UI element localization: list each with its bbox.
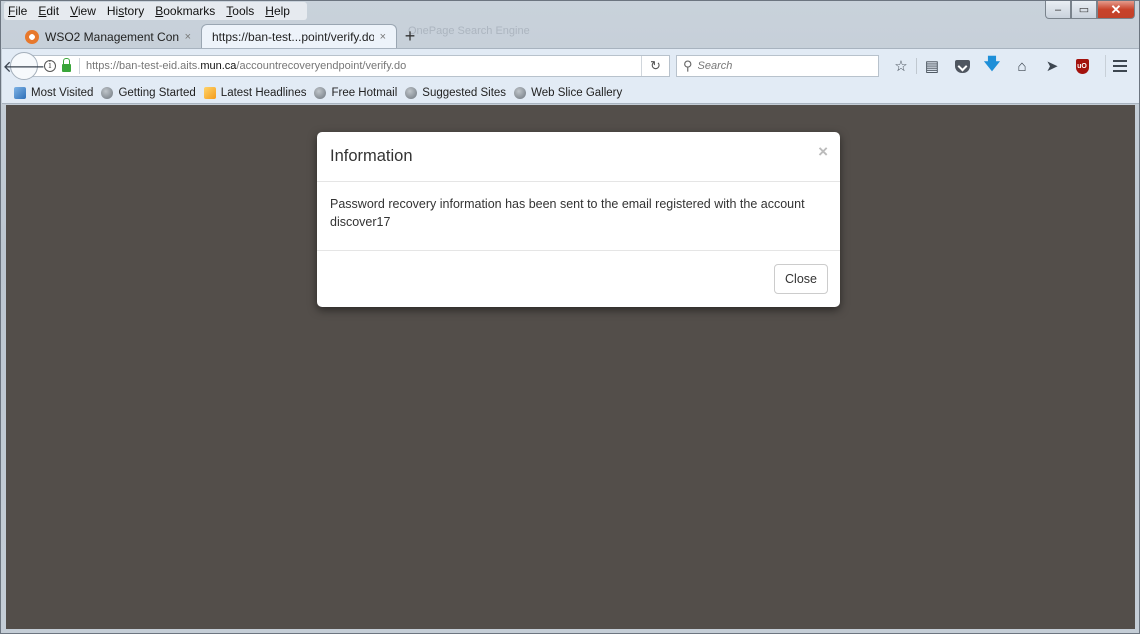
menu-bar: File Edit View History Bookmarks Tools H… <box>4 2 307 20</box>
reload-icon[interactable]: ↻ <box>641 56 669 76</box>
information-modal: Information × Password recovery informat… <box>317 132 840 307</box>
ublock-origin-icon[interactable]: uO <box>1067 55 1097 77</box>
modal-footer: Close <box>317 251 840 306</box>
bookmark-label: Latest Headlines <box>220 86 307 99</box>
bookmark-web-slice-gallery[interactable]: Web Slice Gallery <box>514 86 623 99</box>
most-visited-icon <box>14 86 26 99</box>
bookmark-suggested-sites[interactable]: Suggested Sites <box>405 86 507 99</box>
page-content-backdrop: Information × Password recovery informat… <box>6 105 1135 629</box>
search-box[interactable]: ⚲ <box>676 55 879 77</box>
bookmark-label: Suggested Sites <box>422 86 507 99</box>
bookmark-star-icon[interactable]: ☆ <box>886 55 916 77</box>
downloads-icon[interactable]: 🡇 <box>977 55 1007 77</box>
modal-header: Information × <box>317 132 840 182</box>
rss-feed-icon <box>203 86 216 99</box>
reading-list-icon[interactable]: ▤ <box>917 55 947 77</box>
tab-label: https://ban-test...point/verify.do <box>212 30 374 44</box>
globe-icon <box>101 86 114 99</box>
back-arrow-icon: 🡐 <box>2 58 46 76</box>
hamburger-menu-icon[interactable] <box>1105 55 1133 77</box>
tab-close-icon[interactable]: × <box>185 31 191 43</box>
maximize-button[interactable]: ▭ <box>1071 1 1097 19</box>
url-bar[interactable]: i https://ban-test-eid.aits.mun.ca/accou… <box>32 55 670 77</box>
new-tab-button[interactable]: + <box>397 24 423 49</box>
window-controls: – ▭ ✕ <box>1045 1 1135 19</box>
menu-history[interactable]: History <box>107 2 144 20</box>
bookmark-label: Most Visited <box>31 86 94 99</box>
browser-window: File Edit View History Bookmarks Tools H… <box>0 0 1140 634</box>
site-info-icon[interactable]: i <box>44 60 56 72</box>
globe-icon <box>514 86 527 99</box>
bookmark-label: Free Hotmail <box>331 86 398 99</box>
close-button[interactable]: Close <box>774 264 828 294</box>
globe-icon <box>314 86 327 99</box>
ghost-tab: OnePage Search Engine <box>408 25 530 37</box>
tab-verify[interactable]: https://ban-test...point/verify.do × <box>201 24 397 49</box>
globe-icon <box>405 86 418 99</box>
menu-bookmarks[interactable]: Bookmarks <box>155 2 215 20</box>
modal-title: Information <box>330 147 413 165</box>
tab-label: WSO2 Management Console <box>45 29 179 44</box>
modal-close-icon[interactable]: × <box>818 142 828 162</box>
tab-wso2-console[interactable]: WSO2 Management Console × <box>15 24 201 49</box>
toolbar-icons: ☆ ▤ 🡇 ⌂ ➤ uO <box>886 55 1097 77</box>
back-button[interactable]: 🡐 <box>3 52 45 80</box>
window-close-button[interactable]: ✕ <box>1097 1 1135 19</box>
navigation-toolbar: 🡐 i https://ban-test-eid.aits.mun.ca/acc… <box>2 48 1139 82</box>
menu-file[interactable]: File <box>8 2 27 20</box>
tab-close-icon[interactable]: × <box>380 31 386 43</box>
bookmark-label: Web Slice Gallery <box>531 86 623 99</box>
menu-tools[interactable]: Tools <box>226 2 254 20</box>
tab-strip: WSO2 Management Console × https://ban-te… <box>15 23 423 49</box>
url-domain: mun.ca <box>200 60 237 72</box>
search-icon: ⚲ <box>683 58 693 73</box>
url-path: /accountrecoveryendpoint/verify.do <box>236 60 407 72</box>
pocket-icon[interactable] <box>947 55 977 77</box>
modal-message: Password recovery information has been s… <box>317 182 840 251</box>
send-icon[interactable]: ➤ <box>1037 55 1067 77</box>
menu-view[interactable]: View <box>70 2 96 20</box>
bookmark-label: Getting Started <box>118 86 196 99</box>
url-separator <box>79 58 80 74</box>
bookmark-getting-started[interactable]: Getting Started <box>101 86 196 99</box>
bookmark-most-visited[interactable]: Most Visited <box>14 86 94 99</box>
url-text[interactable]: https://ban-test-eid.aits.mun.ca/account… <box>86 60 406 72</box>
url-prefix: https://ban-test-eid.aits. <box>86 60 201 72</box>
minimize-button[interactable]: – <box>1045 1 1071 19</box>
bookmark-latest-headlines[interactable]: Latest Headlines <box>203 86 307 99</box>
search-input[interactable] <box>697 60 868 72</box>
lock-icon <box>62 58 71 72</box>
home-icon[interactable]: ⌂ <box>1007 55 1037 77</box>
menu-edit[interactable]: Edit <box>38 2 59 20</box>
bookmark-free-hotmail[interactable]: Free Hotmail <box>314 86 398 99</box>
menu-help[interactable]: Help <box>265 2 290 20</box>
wso2-favicon-icon <box>25 29 39 44</box>
bookmarks-toolbar: Most Visited Getting Started Latest Head… <box>2 82 1139 104</box>
